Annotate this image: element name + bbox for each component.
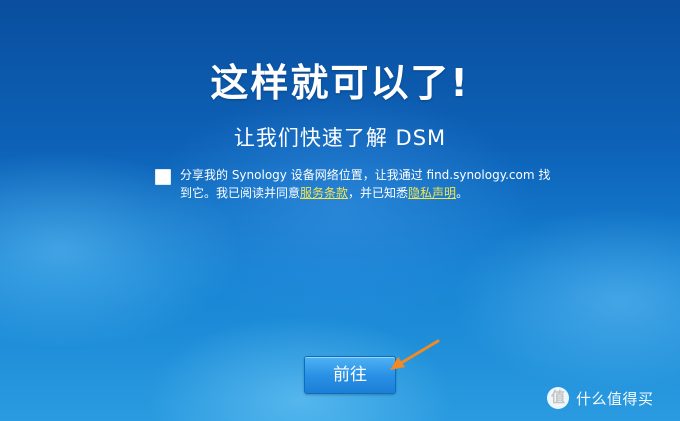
- page-title: 这样就可以了!: [210, 61, 470, 105]
- terms-of-service-link[interactable]: 服务条款: [300, 186, 348, 200]
- agreement-text-part-3: 。: [456, 186, 469, 200]
- watermark-text: 什么值得买: [576, 389, 654, 408]
- page-subtitle: 让我们快速了解 DSM: [233, 126, 447, 150]
- watermark-logo-icon: 值: [547, 387, 569, 409]
- privacy-statement-link[interactable]: 隐私声明: [408, 186, 456, 200]
- go-button[interactable]: 前往: [304, 356, 396, 394]
- agreement-text: 分享我的 Synology 设备网络位置，让我通过 find.synology.…: [180, 166, 560, 202]
- watermark: 值 什么值得买: [547, 386, 675, 410]
- share-location-checkbox[interactable]: [155, 169, 171, 185]
- agreement-text-part-2: ，并已知悉: [348, 186, 409, 200]
